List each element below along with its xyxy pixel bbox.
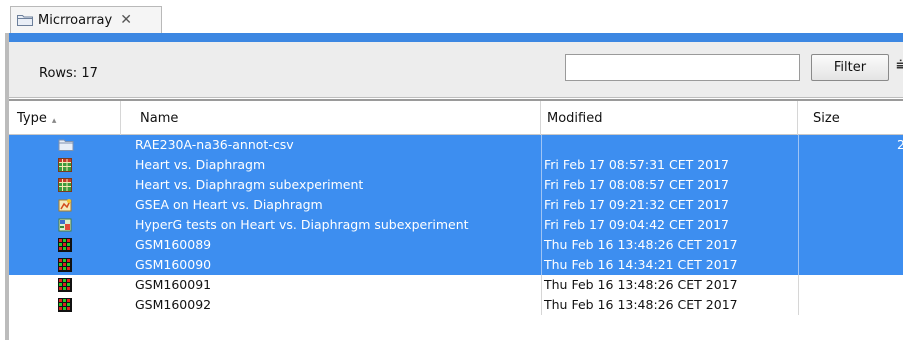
toolbar: Rows: 17 Filter ⩧ bbox=[9, 42, 903, 98]
tab-strip: Micrroarray ✕ bbox=[0, 0, 903, 33]
size-cell: 2 bbox=[798, 135, 903, 155]
tab-label: Micrroarray bbox=[38, 12, 113, 28]
table-row[interactable]: Heart vs. Diaphragm subexperiment Fri Feb… bbox=[9, 175, 903, 195]
name-cell: GSM160091 bbox=[135, 277, 212, 292]
column-header-modified[interactable]: Modified bbox=[541, 101, 798, 136]
size-cell bbox=[798, 155, 903, 175]
modified-cell: Thu Feb 16 14:34:21 CET 2017 bbox=[541, 255, 798, 275]
modified-cell: Thu Feb 16 13:48:26 CET 2017 bbox=[541, 235, 798, 255]
hyperg-analysis-icon bbox=[58, 218, 72, 232]
table-row[interactable]: Heart vs. Diaphragm Fri Feb 17 08:57:31 C… bbox=[9, 155, 903, 175]
table-body: RAE230A-na36-annot-csv2Heart vs. Diaphra… bbox=[9, 135, 903, 315]
folder-icon bbox=[58, 138, 74, 152]
name-cell: GSM160090 bbox=[135, 257, 212, 272]
tab-microarray[interactable]: Micrroarray ✕ bbox=[10, 6, 162, 33]
filter-button[interactable]: Filter bbox=[811, 54, 889, 81]
file-table: Type ▴ Name Modified Size RAE230A-na36-a… bbox=[9, 99, 903, 315]
type-cell bbox=[9, 275, 121, 295]
modified-cell: Thu Feb 16 13:48:26 CET 2017 bbox=[541, 295, 798, 315]
column-header-type[interactable]: Type ▴ bbox=[9, 101, 121, 136]
name-cell: GSM160092 bbox=[135, 297, 212, 312]
microarray-chip-icon bbox=[58, 298, 72, 312]
size-cell bbox=[798, 235, 903, 255]
table-row[interactable]: GSEA on Heart vs. Diaphragm Fri Feb 17 09… bbox=[9, 195, 903, 215]
column-header-size[interactable]: Size bbox=[798, 101, 903, 136]
filter-options-icon[interactable]: ⩧ bbox=[896, 55, 903, 75]
panel-header-bar bbox=[9, 33, 903, 42]
modified-cell: Fri Feb 17 08:57:31 CET 2017 bbox=[541, 155, 798, 175]
type-cell bbox=[9, 235, 121, 255]
type-cell bbox=[9, 155, 121, 175]
table-row[interactable]: RAE230A-na36-annot-csv 2 bbox=[9, 135, 903, 155]
table-grid-icon bbox=[58, 178, 72, 192]
microarray-panel: Rows: 17 Filter ⩧ Type ▴ Name Modified S… bbox=[5, 33, 903, 340]
table-row[interactable]: GSM160092 Thu Feb 16 13:48:26 CET 2017 bbox=[9, 295, 903, 315]
folder-icon bbox=[17, 14, 33, 26]
rows-count: Rows: 17 bbox=[39, 66, 98, 81]
name-cell: Heart vs. Diaphragm bbox=[135, 157, 266, 172]
table-header: Type ▴ Name Modified Size bbox=[9, 99, 903, 136]
name-cell: RAE230A-na36-annot-csv bbox=[135, 137, 294, 152]
close-icon[interactable]: ✕ bbox=[120, 12, 132, 28]
column-header-name[interactable]: Name bbox=[121, 101, 541, 136]
filter-input[interactable] bbox=[565, 54, 800, 81]
table-row[interactable]: GSM160089 Thu Feb 16 13:48:26 CET 2017 bbox=[9, 235, 903, 255]
table-row[interactable]: HyperG tests on Heart vs. Diaphragm sube… bbox=[9, 215, 903, 235]
table-row[interactable]: GSM160091 Thu Feb 16 13:48:26 CET 2017 bbox=[9, 275, 903, 295]
type-cell bbox=[9, 195, 121, 215]
modified-cell: Thu Feb 16 13:48:26 CET 2017 bbox=[541, 275, 798, 295]
gsea-analysis-icon bbox=[58, 198, 72, 212]
size-cell bbox=[798, 275, 903, 295]
type-cell bbox=[9, 135, 121, 155]
size-cell bbox=[798, 175, 903, 195]
name-cell: GSEA on Heart vs. Diaphragm bbox=[135, 197, 323, 212]
name-cell: GSM160089 bbox=[135, 237, 212, 252]
type-cell bbox=[9, 255, 121, 275]
table-row[interactable]: GSM160090 Thu Feb 16 14:34:21 CET 2017 bbox=[9, 255, 903, 275]
sort-ascending-icon: ▴ bbox=[51, 115, 57, 126]
size-cell bbox=[798, 295, 903, 315]
type-cell bbox=[9, 215, 121, 235]
size-cell bbox=[798, 215, 903, 235]
modified-cell: Fri Feb 17 08:08:57 CET 2017 bbox=[541, 175, 798, 195]
size-cell bbox=[798, 255, 903, 275]
type-cell bbox=[9, 295, 121, 315]
microarray-chip-icon bbox=[58, 258, 72, 272]
table-grid-icon bbox=[58, 158, 72, 172]
type-cell bbox=[9, 175, 121, 195]
microarray-chip-icon bbox=[58, 278, 72, 292]
modified-cell: Fri Feb 17 09:21:32 CET 2017 bbox=[541, 195, 798, 215]
modified-cell: Fri Feb 17 09:04:42 CET 2017 bbox=[541, 215, 798, 235]
microarray-chip-icon bbox=[58, 238, 72, 252]
name-cell: Heart vs. Diaphragm subexperiment bbox=[135, 177, 364, 192]
name-cell: HyperG tests on Heart vs. Diaphragm sube… bbox=[135, 217, 469, 232]
size-cell bbox=[798, 195, 903, 215]
modified-cell bbox=[541, 135, 798, 155]
